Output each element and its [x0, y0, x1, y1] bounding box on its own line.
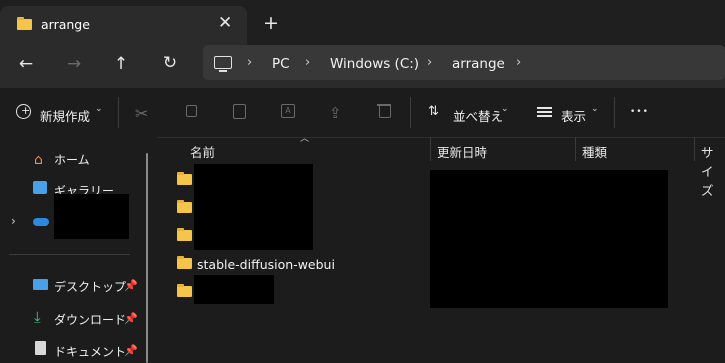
folder-icon	[177, 200, 192, 213]
sort-button[interactable]: 並べ替え	[453, 106, 503, 125]
rename-icon[interactable]: A	[281, 104, 295, 118]
share-icon[interactable]: ⇪	[329, 104, 342, 122]
chevron-down-icon: ⌄	[591, 104, 599, 114]
folder-icon	[177, 256, 192, 269]
column-header-name[interactable]: 名前	[190, 142, 215, 161]
sort-icon: ⇅	[428, 104, 439, 119]
chevron-down-icon: ⌄	[501, 104, 509, 114]
breadcrumb-arrange[interactable]: arrange	[452, 56, 505, 72]
sidebar-item-home[interactable]: ホーム	[54, 151, 90, 168]
column-divider[interactable]	[694, 137, 695, 161]
document-icon	[35, 341, 46, 355]
pin-icon: 📌	[124, 279, 138, 292]
breadcrumb-expand[interactable]: ›	[516, 55, 521, 70]
divider	[410, 97, 411, 128]
this-pc-icon	[214, 56, 232, 69]
sidebar-item-desktop[interactable]: デスクトップ	[54, 278, 126, 295]
desktop-icon	[33, 279, 48, 290]
view-button[interactable]: 表示	[561, 106, 586, 125]
chevron-right-icon[interactable]: ›	[11, 214, 16, 228]
tab-title: arrange	[41, 17, 90, 32]
divider	[614, 97, 615, 128]
divider	[9, 254, 130, 255]
breadcrumb-drive[interactable]: Windows (C:)	[330, 56, 419, 72]
folder-icon	[177, 284, 192, 297]
download-icon: ⤓	[34, 308, 41, 326]
sort-ascending-icon: ︿	[300, 134, 310, 144]
more-options-button[interactable]: •••	[630, 107, 649, 117]
view-icon	[537, 107, 552, 109]
plus-icon: +	[21, 104, 31, 117]
back-button[interactable]: ←	[14, 54, 38, 74]
redacted-onedrive-label	[54, 194, 129, 239]
breadcrumb-pc[interactable]: PC	[272, 56, 290, 72]
new-tab-button[interactable]: +	[263, 12, 279, 34]
breadcrumb-separator: ›	[247, 55, 253, 70]
tab-arrange[interactable]	[0, 6, 247, 47]
column-header-size[interactable]: サイズ	[701, 142, 725, 199]
redacted-file-details	[430, 170, 668, 308]
refresh-button[interactable]: ↻	[158, 53, 182, 73]
column-divider[interactable]	[575, 137, 576, 161]
copy-icon[interactable]	[186, 105, 197, 117]
close-tab-button[interactable]: ✕	[218, 13, 232, 33]
new-button[interactable]: 新規作成	[40, 106, 90, 125]
divider	[118, 97, 119, 128]
command-bar	[0, 88, 725, 138]
column-header-modified[interactable]: 更新日時	[437, 142, 487, 161]
folder-icon	[17, 17, 32, 30]
sidebar-item-downloads[interactable]: ダウンロード	[54, 311, 126, 328]
column-header-type[interactable]: 種類	[582, 142, 607, 161]
redacted-file-names	[194, 164, 313, 250]
sidebar-scrollbar[interactable]	[146, 153, 148, 363]
folder-icon	[177, 172, 192, 185]
file-name[interactable]: stable-diffusion-webui	[197, 257, 335, 272]
cut-icon[interactable]: ✂	[135, 104, 148, 123]
sidebar-item-documents[interactable]: ドキュメント	[54, 343, 126, 360]
home-icon: ⌂	[34, 152, 43, 168]
breadcrumb-separator: ›	[305, 55, 311, 70]
redacted-file-name	[194, 275, 274, 304]
forward-button[interactable]: →	[62, 54, 86, 74]
breadcrumb-separator: ›	[427, 55, 433, 70]
chevron-down-icon: ⌄	[95, 104, 103, 114]
column-divider[interactable]	[430, 137, 431, 161]
up-button[interactable]: ↑	[109, 54, 133, 74]
navigation-pane	[0, 137, 157, 363]
monitor-stand-icon	[219, 70, 227, 72]
pin-icon: 📌	[124, 344, 138, 357]
onedrive-icon	[33, 218, 49, 226]
folder-icon	[177, 228, 192, 241]
trash-lid-icon	[377, 104, 391, 106]
delete-icon[interactable]	[379, 106, 391, 118]
gallery-icon	[33, 181, 47, 194]
pin-icon: 📌	[124, 312, 138, 325]
paste-icon[interactable]	[233, 104, 246, 119]
